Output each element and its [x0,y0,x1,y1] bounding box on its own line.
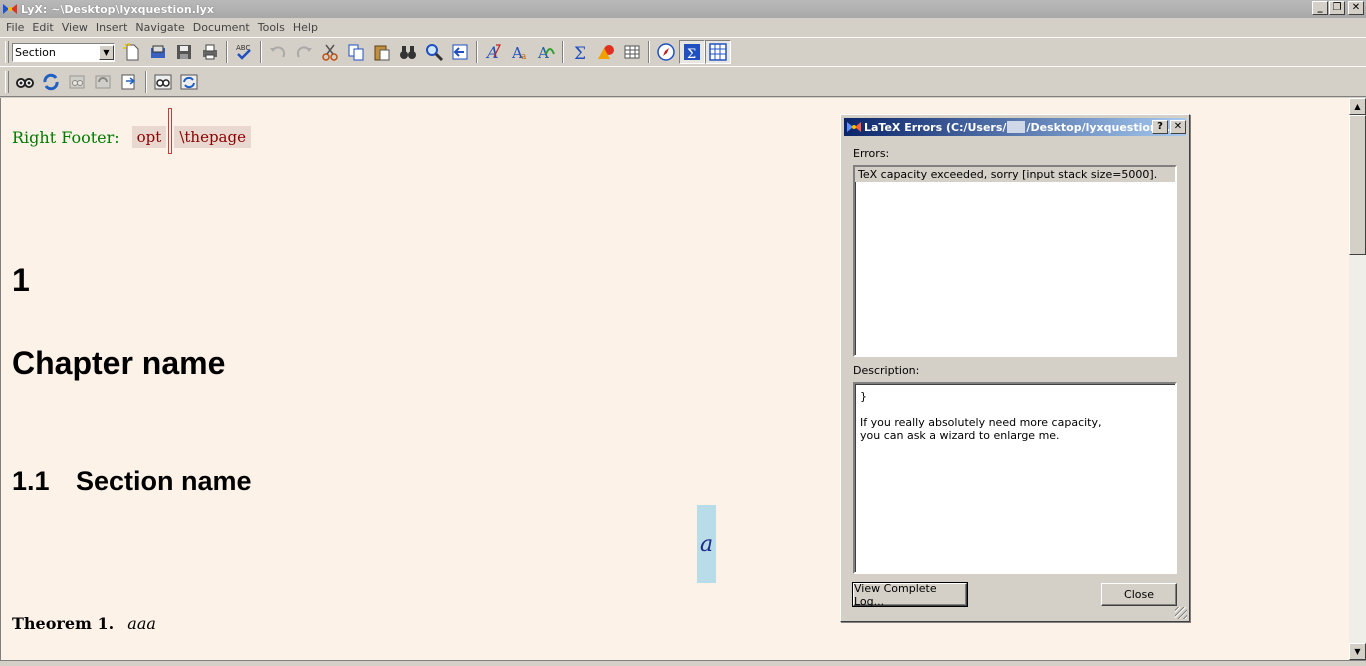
change-case-icon[interactable]: A [533,40,559,64]
navigate-back-icon[interactable] [447,40,473,64]
vertical-scrollbar[interactable]: ▲ ▼ [1349,98,1366,660]
footer-opt-ert[interactable]: opt [131,126,167,148]
cut-icon[interactable] [317,40,343,64]
description-text-area[interactable]: } If you really absolutely need more cap… [853,382,1177,574]
scroll-down-icon[interactable]: ▼ [1349,643,1366,660]
right-footer-label: Right Footer: [12,127,120,147]
description-line: } [860,390,867,403]
view-output-icon[interactable] [12,70,38,94]
error-list-item[interactable]: TeX capacity exceeded, sorry [input stac… [855,167,1175,182]
minimize-button[interactable]: _ [1312,1,1328,15]
dialog-title-bar[interactable]: LaTeX Errors (C:/Users/ /Desktop/lyxques… [844,118,1186,136]
save-icon[interactable] [171,40,197,64]
menu-tools[interactable]: Tools [254,21,289,34]
paste-icon[interactable] [369,40,395,64]
print-icon[interactable] [197,40,223,64]
svg-text:Σ: Σ [687,47,696,62]
find-binoculars-icon[interactable] [395,40,421,64]
open-document-icon[interactable] [145,40,171,64]
resize-grip[interactable] [1175,607,1187,619]
dialog-help-button[interactable]: ? [1152,120,1168,134]
window-title: LyX: ~\Desktop\lyxquestion.lyx [21,2,214,16]
view-toolbar [0,66,1366,97]
theorem-body: aaa [127,614,156,633]
description-line: If you really absolutely need more capac… [860,416,1102,429]
redacted-username [1007,121,1026,133]
close-window-button[interactable]: ✕ [1348,1,1364,15]
new-document-icon[interactable] [119,40,145,64]
dialog-title-prefix: LaTeX Errors (C:/Users/ [864,120,1007,134]
insert-table-icon[interactable] [619,40,645,64]
description-line: you can ask a wizard to enlarge me. [860,429,1060,442]
menu-document[interactable]: Document [189,21,254,34]
menu-view[interactable]: View [58,21,92,34]
scroll-up-icon[interactable]: ▲ [1349,98,1366,115]
export-icon[interactable] [116,70,142,94]
window-title-bar[interactable]: LyX: ~\Desktop\lyxquestion.lyx _ ❐ ✕ [0,0,1366,18]
math-toolbar-toggle-icon[interactable]: Σ [679,40,705,64]
svg-text:Σ: Σ [574,44,586,62]
chapter-heading[interactable]: Chapter name [12,345,225,382]
menu-file[interactable]: File [2,21,28,34]
menu-insert[interactable]: Insert [92,21,132,34]
status-bar [0,660,1366,666]
lyx-app-icon [2,2,18,16]
toolbar-separator [476,41,478,63]
close-button[interactable]: Close [1101,583,1177,606]
errors-label: Errors: [853,147,890,160]
main-toolbar: Section ▼ ABC A Aa A Σ Σ [0,37,1366,66]
menu-edit[interactable]: Edit [28,21,57,34]
scroll-thumb[interactable] [1349,115,1366,255]
toolbar-separator [260,41,262,63]
layout-combo[interactable]: Section ▼ [12,42,115,62]
section-title: Section name [76,466,252,496]
navigator-compass-icon[interactable] [653,40,679,64]
update-output-icon[interactable] [38,70,64,94]
redo-icon[interactable] [291,40,317,64]
layout-combo-value: Section [15,45,56,59]
restore-button[interactable]: ❐ [1329,1,1345,15]
toolbar-separator [562,41,564,63]
toolbar-grip[interactable] [5,41,9,63]
chapter-number: 1 [12,262,30,298]
theorem-paragraph[interactable]: Theorem 1. aaa [12,614,156,633]
spellcheck-icon[interactable]: ABC [231,40,257,64]
toolbar-separator [145,70,147,93]
section-number: 1.1 [12,466,50,496]
view-complete-log-button[interactable]: View Complete Log... [852,582,968,608]
zoom-icon[interactable] [421,40,447,64]
text-style-icon[interactable]: Aa [507,40,533,64]
errors-list[interactable]: TeX capacity exceeded, sorry [input stac… [853,165,1177,357]
math-sum-icon[interactable]: Σ [567,40,593,64]
section-heading[interactable]: 1.1 Section name [12,466,252,497]
dialog-close-x-button[interactable]: ✕ [1170,120,1186,134]
description-label: Description: [853,364,920,377]
update-changes-icon[interactable] [176,70,202,94]
table-toolbar-toggle-icon[interactable] [705,40,731,64]
description-blank-line [860,403,1170,416]
svg-text:a: a [521,52,527,62]
undo-icon[interactable] [265,40,291,64]
menu-bar: File Edit View Insert Navigate Document … [0,18,1366,37]
update-master-icon[interactable] [90,70,116,94]
view-master-icon[interactable] [64,70,90,94]
toolbar-separator [226,41,228,63]
math-inset[interactable]: a [697,505,716,583]
menu-help[interactable]: Help [289,21,322,34]
text-cursor [168,108,173,154]
menu-navigate[interactable]: Navigate [131,21,188,34]
theorem-label: Theorem 1. [12,614,115,633]
toolbar-separator [648,41,650,63]
copy-icon[interactable] [343,40,369,64]
lyx-app-icon [846,120,862,134]
emphasize-icon[interactable]: A [481,40,507,64]
insert-graphics-icon[interactable] [593,40,619,64]
footer-thepage-ert[interactable]: \thepage [174,126,251,148]
view-changes-icon[interactable] [150,70,176,94]
toolbar-grip[interactable] [5,70,9,93]
right-footer-inset: Right Footer: opt \thepage [12,108,251,154]
chevron-down-icon[interactable]: ▼ [99,44,114,60]
latex-errors-dialog: LaTeX Errors (C:/Users/ /Desktop/lyxques… [840,114,1190,622]
